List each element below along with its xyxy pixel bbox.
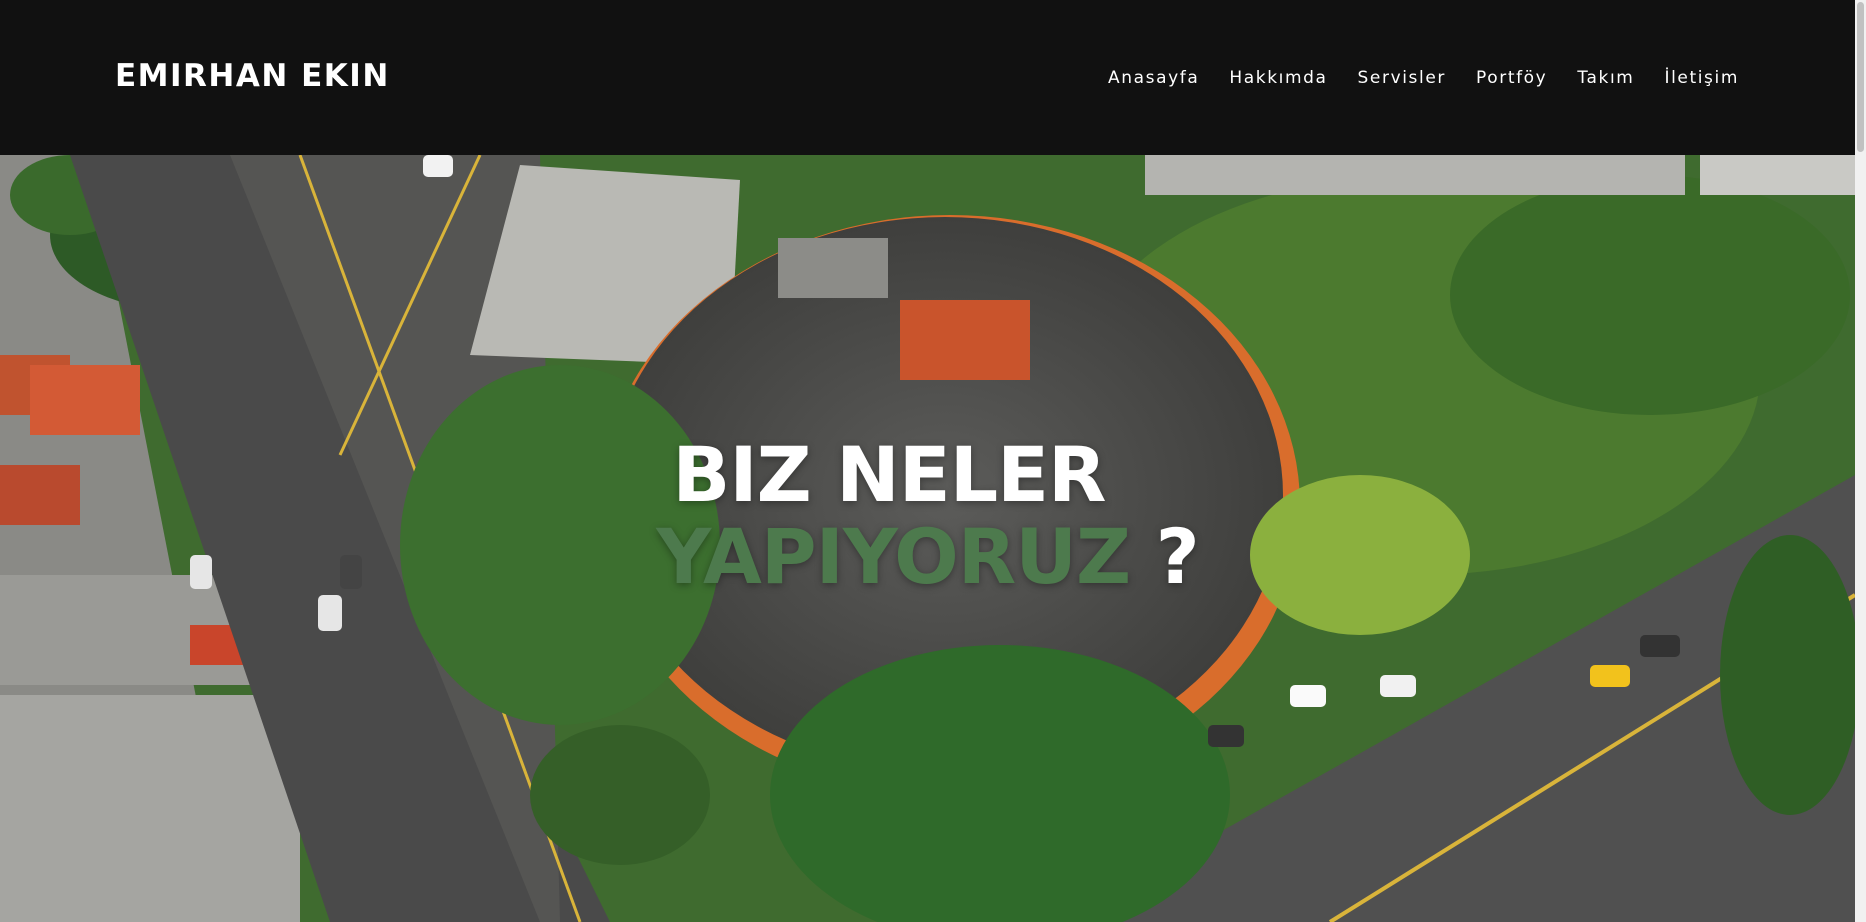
hero-title-line-1: BIZ NELER [672, 429, 1106, 519]
nav-link-hakkimda[interactable]: Hakkımda [1229, 68, 1327, 88]
nav-link-iletisim[interactable]: İletişim [1664, 68, 1739, 88]
nav-link-takim[interactable]: Takım [1577, 68, 1634, 88]
nav-link-portfoy[interactable]: Portföy [1476, 68, 1547, 88]
hero-title: BIZ NELER YAPIYORUZ ? [0, 429, 1855, 598]
nav-link-servisler[interactable]: Servisler [1358, 68, 1446, 88]
scrollbar-thumb[interactable] [1857, 2, 1864, 152]
hero-title-line-2: YAPIYORUZ ? [0, 515, 1855, 598]
page-scrollbar[interactable] [1855, 0, 1866, 922]
hero-title-question-mark: ? [1130, 511, 1200, 601]
hero-title-line-2-text: YAPIYORUZ [656, 511, 1131, 601]
nav-menu: Anasayfa Hakkımda Servisler Portföy Takı… [1078, 68, 1739, 88]
brand-logo[interactable]: EMIRHAN EKIN [115, 58, 390, 94]
hero-section: BIZ NELER YAPIYORUZ ? [0, 155, 1855, 922]
top-navbar: EMIRHAN EKIN Anasayfa Hakkımda Servisler… [0, 0, 1855, 155]
nav-link-anasayfa[interactable]: Anasayfa [1108, 68, 1199, 88]
